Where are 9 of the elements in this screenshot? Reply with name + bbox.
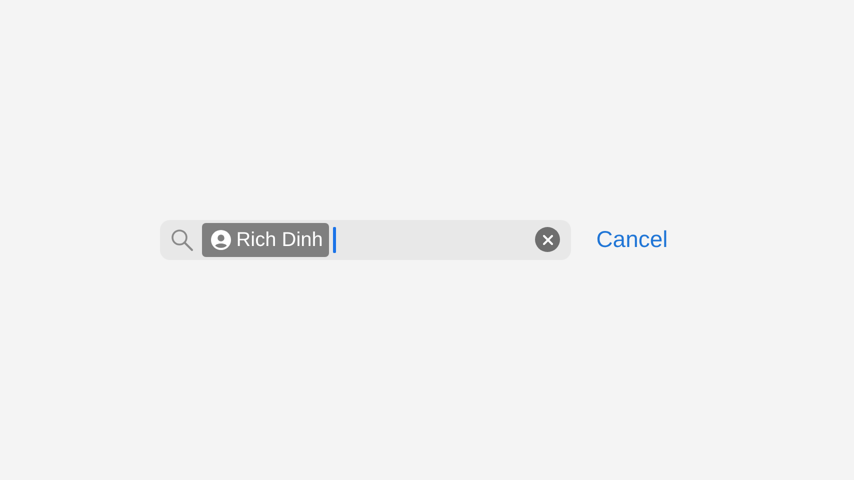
clear-button[interactable]	[535, 227, 560, 252]
close-icon	[542, 234, 553, 244]
person-icon	[211, 230, 232, 250]
search-icon	[170, 228, 194, 252]
contact-token[interactable]: Rich Dinh	[202, 222, 329, 256]
token-label: Rich Dinh	[236, 228, 323, 252]
search-field[interactable]: Rich Dinh	[160, 220, 572, 260]
text-cursor	[332, 226, 336, 252]
cancel-button[interactable]: Cancel	[596, 228, 668, 251]
